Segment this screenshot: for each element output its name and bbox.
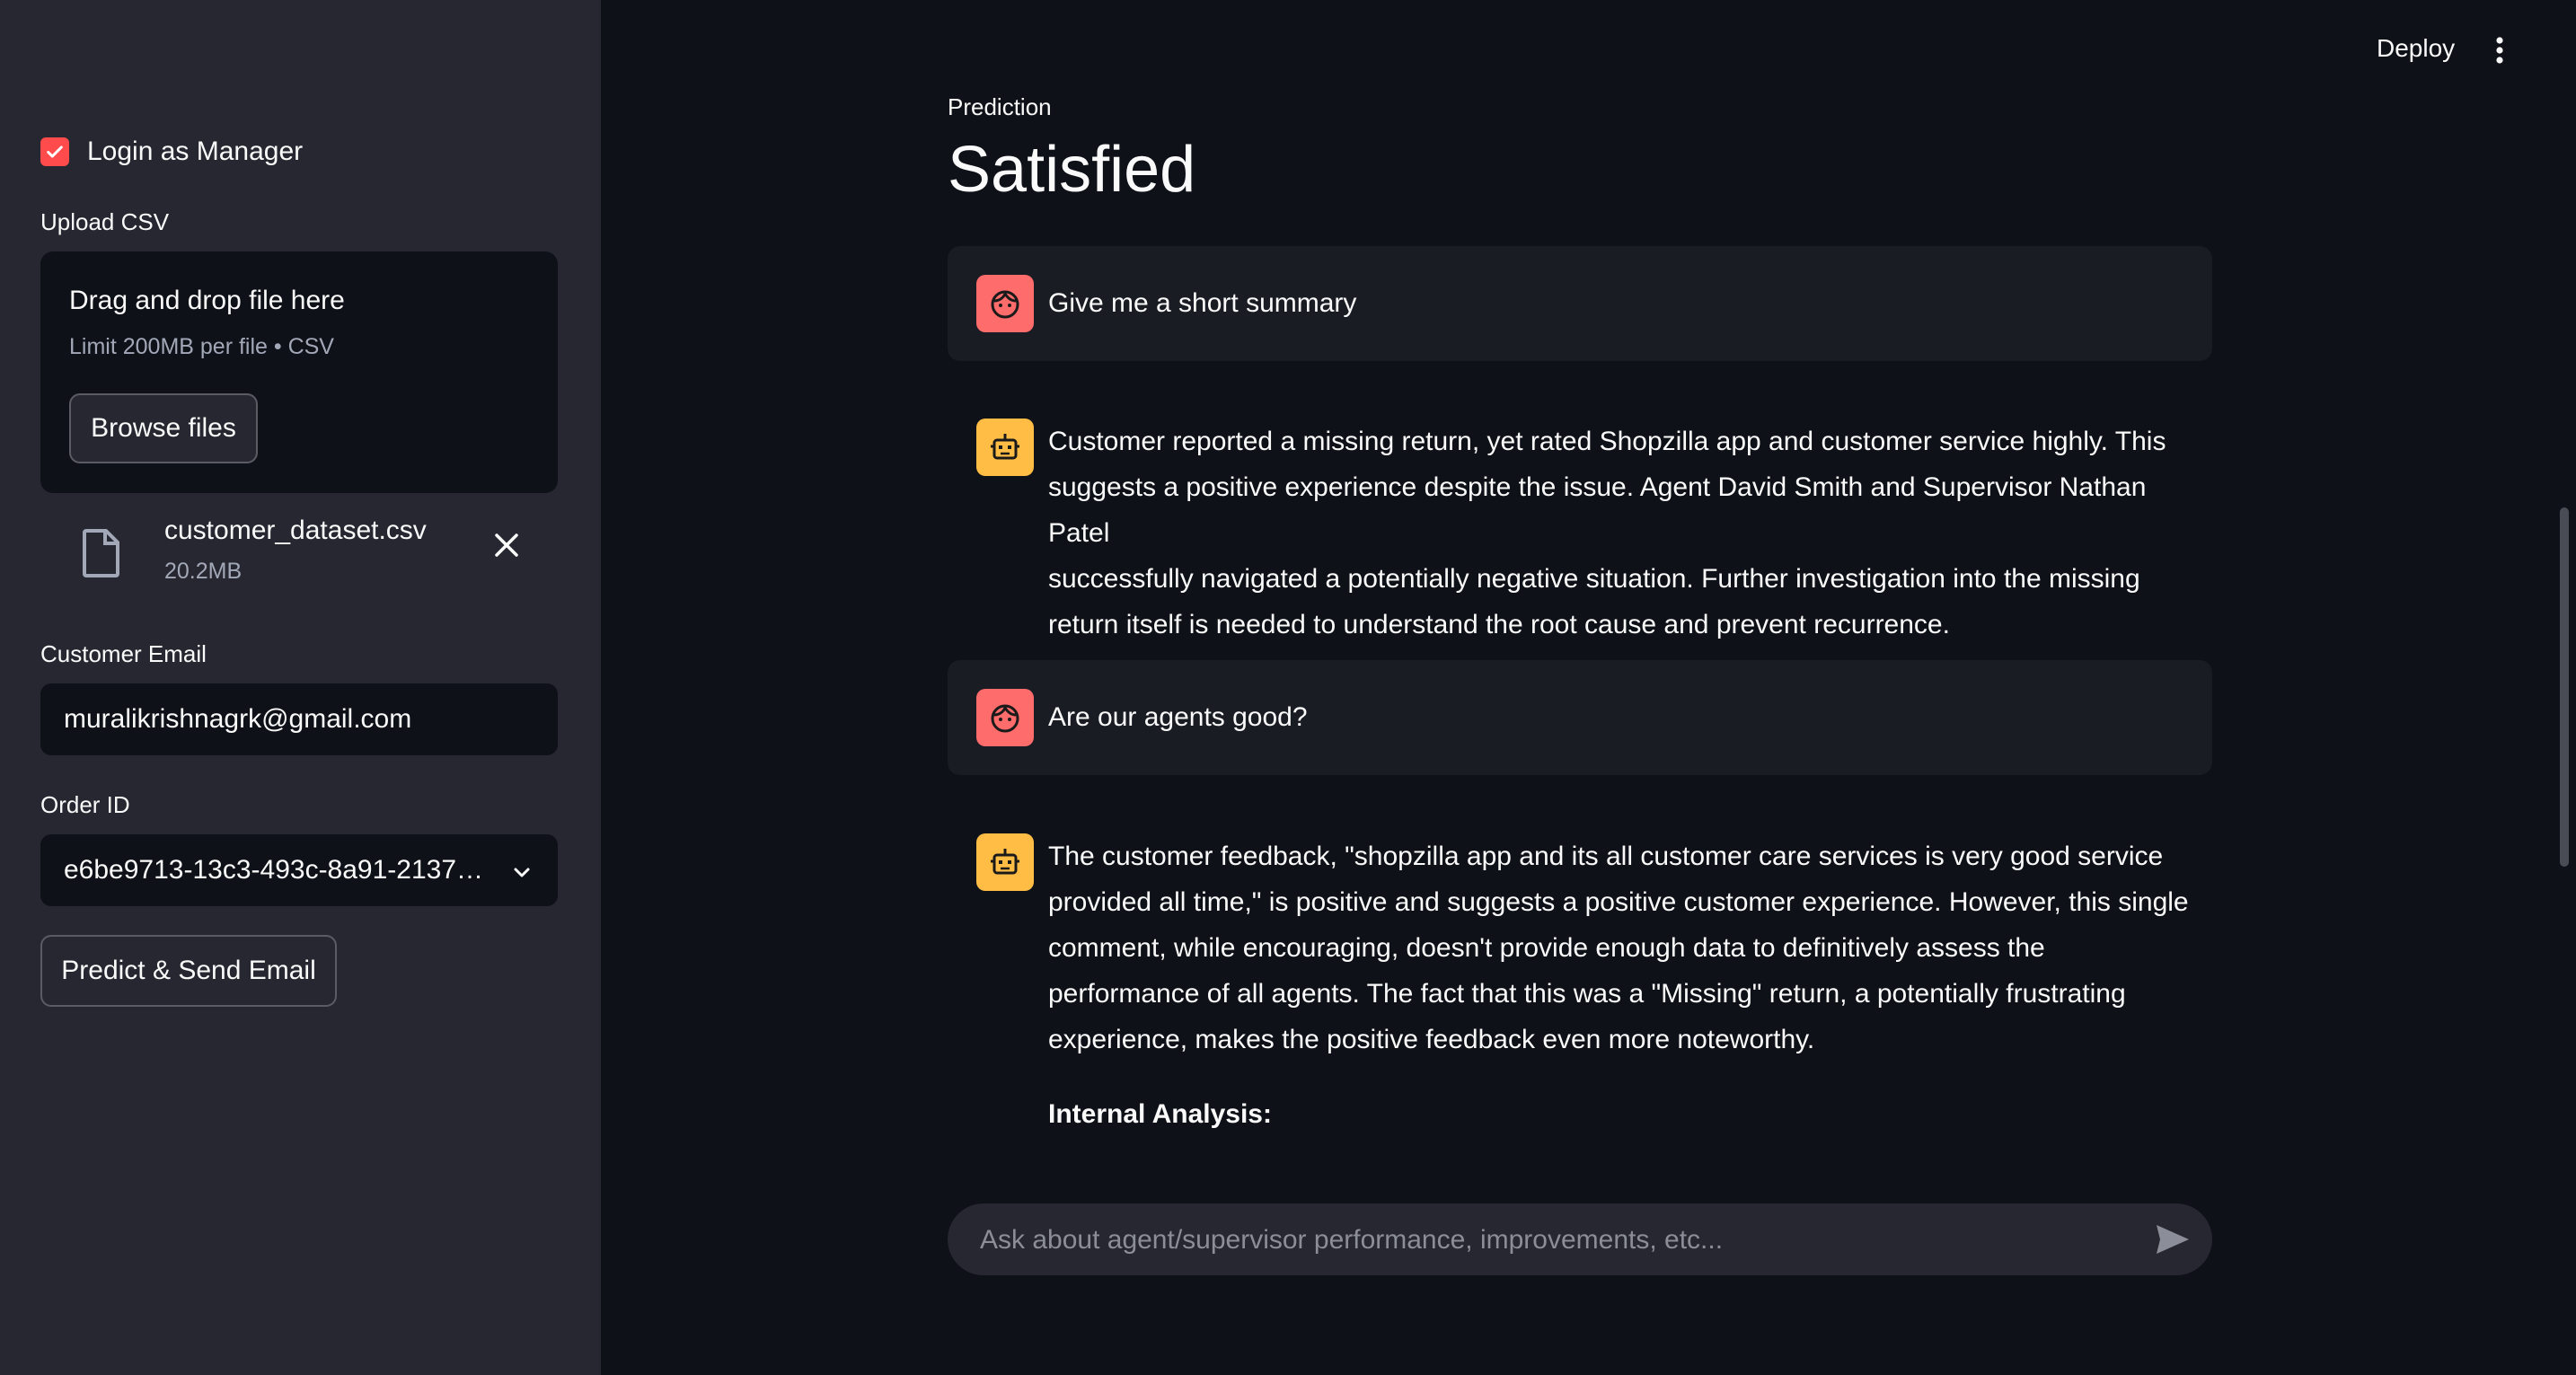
- message-line: Customer reported a missing return, yet …: [1048, 427, 2166, 456]
- order-id-select[interactable]: e6be9713-13c3-493c-8a91-2137…: [40, 834, 558, 906]
- sidebar: Login as Manager Upload CSV Drag and dro…: [0, 0, 601, 1375]
- file-icon: [82, 528, 121, 583]
- user-face-icon: [976, 275, 1034, 332]
- chat-message-assistant: Customer reported a missing return, yet …: [948, 390, 2212, 639]
- order-id-value: e6be9713-13c3-493c-8a91-2137…: [64, 855, 484, 885]
- robot-icon: [976, 419, 1034, 476]
- robot-icon: [976, 833, 1034, 891]
- chat-message-assistant: The customer feedback, "shopzilla app an…: [948, 805, 2212, 1146]
- predict-send-email-button[interactable]: Predict & Send Email: [40, 935, 337, 1007]
- dropzone-limit: Limit 200MB per file • CSV: [69, 334, 334, 359]
- order-id-label: Order ID: [40, 791, 130, 818]
- file-name: customer_dataset.csv: [164, 516, 427, 545]
- message-line: experience, makes the positive feedback …: [1048, 1025, 1815, 1054]
- file-dropzone[interactable]: Drag and drop file here Limit 200MB per …: [40, 251, 558, 493]
- message-line: The customer feedback, "shopzilla app an…: [1048, 842, 2164, 871]
- message-line: comment, while encouraging, doesn't prov…: [1048, 933, 2045, 963]
- chevron-down-icon: [511, 859, 533, 890]
- prediction-value: Satisfied: [948, 134, 1196, 206]
- message-line: return itself is needed to understand th…: [1048, 610, 1950, 639]
- message-line: successfully navigated a potentially neg…: [1048, 564, 2140, 594]
- browse-files-button[interactable]: Browse files: [69, 393, 258, 463]
- file-size: 20.2MB: [164, 559, 243, 584]
- message-line: provided all time," is positive and sugg…: [1048, 887, 2189, 917]
- kebab-menu-icon[interactable]: [2495, 36, 2504, 69]
- message-line: performance of all agents. The fact that…: [1048, 979, 2126, 1009]
- customer-email-label: Customer Email: [40, 640, 207, 667]
- message-line: suggests a positive experience despite t…: [1048, 472, 2147, 548]
- message-text: Give me a short summary: [1048, 288, 1357, 318]
- message-heading: Internal Analysis:: [1048, 1099, 1272, 1129]
- chat-input[interactable]: [978, 1203, 2131, 1277]
- message-text: Customer reported a missing return, yet …: [1048, 419, 2203, 648]
- scrollbar[interactable]: [2560, 507, 2569, 867]
- message-text: Are our agents good?: [1048, 702, 1308, 732]
- prediction-label: Prediction: [948, 93, 1052, 120]
- login-manager-checkbox[interactable]: Login as Manager: [40, 137, 303, 167]
- chat-message-user: Are our agents good?: [948, 660, 2212, 775]
- message-text: The customer feedback, "shopzilla app an…: [1048, 833, 2203, 1137]
- user-face-icon: [976, 689, 1034, 746]
- deploy-button[interactable]: Deploy: [2377, 34, 2455, 63]
- close-icon[interactable]: [493, 532, 520, 563]
- dropzone-title: Drag and drop file here: [69, 286, 345, 315]
- uploaded-file: customer_dataset.csv 20.2MB: [40, 512, 558, 602]
- check-icon[interactable]: [40, 137, 69, 166]
- upload-csv-label: Upload CSV: [40, 208, 170, 235]
- chat-message-user: Give me a short summary: [948, 246, 2212, 361]
- login-manager-label: Login as Manager: [87, 137, 304, 166]
- chat-input-bar: [948, 1203, 2212, 1277]
- customer-email-field[interactable]: muralikrishnagrk@gmail.com: [40, 683, 558, 755]
- send-icon[interactable]: [2155, 1223, 2191, 1260]
